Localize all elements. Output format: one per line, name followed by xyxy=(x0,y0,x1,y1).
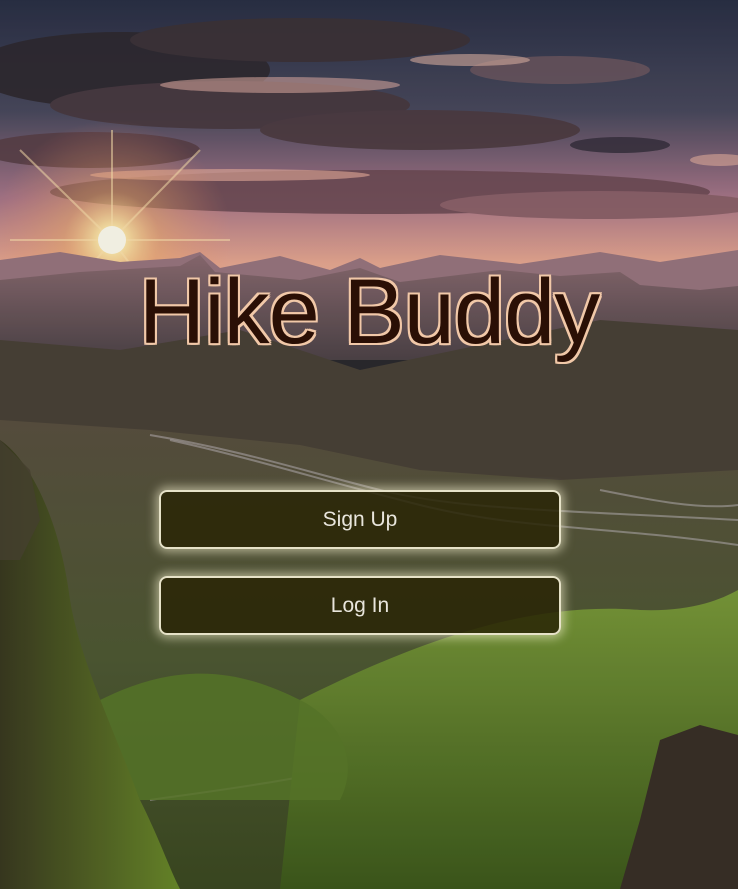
welcome-screen: Hike Buddy Sign Up Log In xyxy=(0,0,738,889)
log-in-button[interactable]: Log In xyxy=(159,576,561,635)
app-title: Hike Buddy xyxy=(138,261,600,363)
mountain-sunset-background xyxy=(0,0,738,889)
sign-up-button[interactable]: Sign Up xyxy=(159,490,561,549)
